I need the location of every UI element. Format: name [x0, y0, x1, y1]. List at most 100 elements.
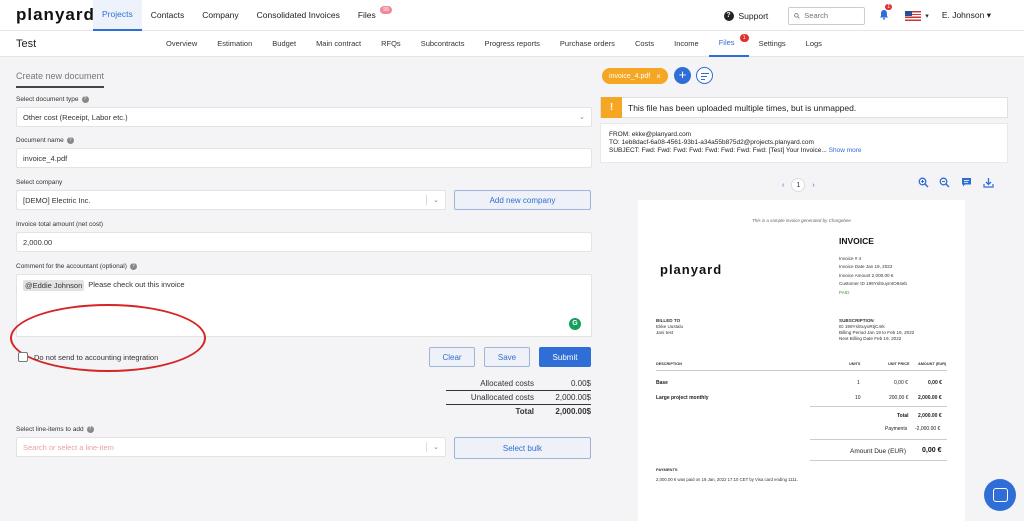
- tab-main-contract[interactable]: Main contract: [306, 31, 371, 57]
- chevron-right-icon[interactable]: ›: [812, 182, 814, 189]
- bell-icon: [880, 9, 889, 20]
- help-icon[interactable]: ?: [66, 137, 74, 144]
- create-document-form: Create new document Select document type…: [10, 57, 592, 521]
- invoice-payments-value: -2,000.00 €: [915, 426, 941, 432]
- tab-purchase-orders[interactable]: Purchase orders: [550, 31, 625, 57]
- us-flag-icon[interactable]: [905, 10, 922, 21]
- file-chip[interactable]: invoice_4.pdf ×: [602, 68, 668, 84]
- total-amount-input[interactable]: 2,000.00: [16, 232, 592, 252]
- row-amount: 2,000.00 €: [918, 395, 942, 401]
- top-navbar: planyard Projects Contacts Company Conso…: [0, 0, 1024, 31]
- doc-name-input[interactable]: invoice_4.pdf: [16, 148, 592, 168]
- tab-subcontracts[interactable]: Subcontracts: [411, 31, 475, 57]
- add-file-button[interactable]: +: [674, 67, 691, 84]
- doc-type-label: Select document type?: [16, 96, 89, 103]
- download-icon[interactable]: [983, 177, 994, 191]
- user-menu[interactable]: E. Johnson ▾: [942, 10, 991, 21]
- row-units: 1: [857, 380, 860, 386]
- lineitems-select[interactable]: Search or select a line-item ⌄: [16, 437, 446, 457]
- invoice-status: PAID: [839, 289, 850, 295]
- nav-contacts[interactable]: Contacts: [142, 0, 194, 31]
- tab-estimation[interactable]: Estimation: [207, 31, 262, 57]
- doc-name-label-text: Document name: [16, 137, 64, 144]
- chevron-down-icon[interactable]: ▾: [925, 12, 929, 20]
- lineitems-label: Select line-items to add?: [16, 426, 94, 433]
- nav-projects[interactable]: Projects: [93, 0, 142, 31]
- current-page: 1: [791, 178, 806, 192]
- help-icon[interactable]: ?: [129, 263, 137, 270]
- tab-rfqs[interactable]: RFQs: [371, 31, 411, 57]
- nav-files[interactable]: Files 99: [349, 0, 392, 31]
- nav-company-label: Company: [202, 10, 239, 20]
- tab-label: Costs: [634, 39, 655, 48]
- chevron-down-icon: ⌄: [579, 114, 585, 121]
- company-label-text: Select company: [16, 179, 63, 186]
- invoice-divider: [810, 439, 947, 440]
- comment-icon[interactable]: [961, 177, 972, 191]
- help-circle-icon: ?: [723, 10, 734, 21]
- tab-costs[interactable]: Costs: [625, 31, 664, 57]
- sort-button[interactable]: [696, 67, 713, 84]
- nav-consolidated-invoices[interactable]: Consolidated Invoices: [248, 0, 349, 31]
- tab-logs[interactable]: Logs: [796, 31, 832, 57]
- help-icon[interactable]: ?: [86, 426, 94, 433]
- notifications-button[interactable]: 1: [879, 3, 893, 23]
- no-send-checkbox[interactable]: [18, 352, 28, 362]
- doc-type-select[interactable]: Other cost (Receipt, Labor etc.) ⌄: [16, 107, 592, 127]
- chevron-down-icon: ⌄: [433, 444, 439, 451]
- select-bulk-button[interactable]: Select bulk: [454, 437, 591, 459]
- no-send-label-text: Do not send to accounting integration: [34, 353, 159, 362]
- add-new-company-button[interactable]: Add new company: [454, 190, 591, 210]
- tab-files[interactable]: Files 1: [708, 31, 749, 57]
- zoom-in-icon[interactable]: [918, 177, 929, 191]
- support-label: Support: [738, 10, 769, 21]
- allocated-value: 0.00$: [570, 378, 591, 388]
- chat-icon[interactable]: [984, 479, 1016, 511]
- billed-to-company: Jani test: [656, 330, 674, 335]
- search-input-wrapper[interactable]: [788, 6, 866, 25]
- nav-company[interactable]: Company: [193, 0, 247, 31]
- submit-button[interactable]: Submit: [539, 347, 591, 367]
- brand-logo[interactable]: planyard: [16, 5, 94, 25]
- invoice-divider: [810, 406, 947, 407]
- next-billing-date: Next Billing Date Feb 19, 2022: [839, 336, 902, 341]
- company-select[interactable]: [DEMO] Electric Inc. ⌄: [16, 190, 446, 210]
- total-label: Total: [515, 407, 534, 416]
- project-tabs: Overview Estimation Budget Main contract…: [156, 31, 832, 57]
- tab-budget[interactable]: Budget: [262, 31, 306, 57]
- page-navigator: ‹ 1 ›: [782, 178, 815, 192]
- invoice-customer-id: Customer ID 199YslSuymtO94eb: [839, 281, 907, 287]
- support-link[interactable]: ? Support: [723, 10, 769, 21]
- tab-income[interactable]: Income: [664, 31, 709, 57]
- clear-button[interactable]: Clear: [429, 347, 475, 367]
- save-button[interactable]: Save: [484, 347, 530, 367]
- search-input[interactable]: [804, 11, 865, 20]
- tab-label: Settings: [758, 39, 786, 48]
- amount-due-value: 0,00 €: [922, 447, 942, 454]
- select-separator: [426, 195, 427, 205]
- zoom-out-icon[interactable]: [939, 177, 950, 191]
- tab-label: Overview: [166, 39, 198, 48]
- invoice-amount: Invoice Amount 2,000.00 €: [839, 272, 894, 278]
- sort-icon-line: [701, 79, 705, 81]
- total-row: Total 2,000.00$: [446, 404, 591, 418]
- tab-label: Logs: [805, 39, 822, 48]
- tab-settings[interactable]: Settings: [749, 31, 796, 57]
- top-right-controls: ? Support 1 ▾ E. Johnson ▾: [723, 0, 1024, 31]
- help-icon[interactable]: ?: [81, 96, 89, 103]
- tab-label: Progress reports: [484, 39, 540, 48]
- comment-textarea[interactable]: @Eddie Johnson Please check out this inv…: [16, 274, 592, 337]
- show-more-link[interactable]: Show more: [829, 147, 862, 154]
- row-description: Large project monthly: [656, 395, 709, 401]
- chevron-left-icon[interactable]: ‹: [782, 182, 784, 189]
- cost-totals: Allocated costs 0.00$ Unallocated costs 2,…: [446, 376, 591, 418]
- close-icon[interactable]: ×: [656, 72, 661, 81]
- project-title: Test: [16, 37, 37, 50]
- grammarly-icon[interactable]: G: [569, 318, 581, 330]
- tab-overview[interactable]: Overview: [156, 31, 207, 57]
- tab-progress-reports[interactable]: Progress reports: [474, 31, 549, 57]
- unallocated-label: Unallocated costs: [470, 393, 534, 402]
- tab-label: Subcontracts: [420, 39, 465, 48]
- total-value: 2,000.00$: [555, 407, 591, 416]
- row-amount: 0,00 €: [928, 380, 942, 386]
